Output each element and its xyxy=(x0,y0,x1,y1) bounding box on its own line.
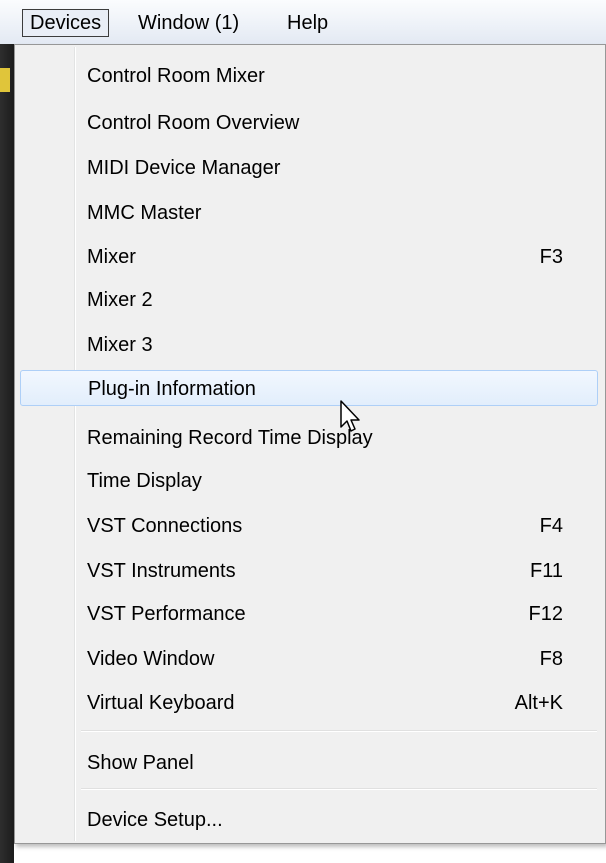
menu-item-label: Plug-in Information xyxy=(88,378,256,400)
devices-dropdown-menu: Control Room Mixer Control Room Overview… xyxy=(14,44,606,844)
menu-item-device-setup[interactable]: Device Setup... xyxy=(20,802,598,838)
menu-item-label: Remaining Record Time Display xyxy=(87,427,373,449)
menu-item-control-room-mixer[interactable]: Control Room Mixer xyxy=(20,58,598,94)
menu-item-shortcut: F8 xyxy=(539,648,563,670)
menu-item-plug-in-information[interactable]: Plug-in Information xyxy=(20,370,598,406)
menu-item-vst-performance[interactable]: VST Performance F12 xyxy=(20,596,598,632)
menu-item-show-panel[interactable]: Show Panel xyxy=(20,745,598,781)
menu-item-time-display[interactable]: Time Display xyxy=(20,463,598,499)
menu-item-virtual-keyboard[interactable]: Virtual Keyboard Alt+K xyxy=(20,685,598,721)
menu-item-label: Time Display xyxy=(87,470,202,492)
menu-item-midi-device-manager[interactable]: MIDI Device Manager xyxy=(20,150,598,186)
menu-item-shortcut: F11 xyxy=(530,560,563,582)
menu-item-mixer-3[interactable]: Mixer 3 xyxy=(20,327,598,363)
menu-item-shortcut: F3 xyxy=(539,246,563,268)
menu-item-label: Virtual Keyboard xyxy=(87,692,235,714)
menu-item-label: MMC Master xyxy=(87,202,202,224)
menu-item-shortcut: F12 xyxy=(528,603,563,625)
menu-item-shortcut: Alt+K xyxy=(514,692,563,714)
menu-item-control-room-overview[interactable]: Control Room Overview xyxy=(20,105,598,141)
menu-item-shortcut: F4 xyxy=(539,515,563,537)
menu-item-mixer[interactable]: Mixer F3 xyxy=(20,239,598,275)
menu-item-label: Mixer 2 xyxy=(87,289,153,311)
menu-item-remaining-record-time-display[interactable]: Remaining Record Time Display xyxy=(20,420,598,456)
menu-item-video-window[interactable]: Video Window F8 xyxy=(20,641,598,677)
menu-item-label: Video Window xyxy=(87,648,215,670)
menu-devices[interactable]: Devices xyxy=(22,9,110,37)
menu-bar: Devices Window (1) Help xyxy=(0,0,606,45)
menu-item-mmc-master[interactable]: MMC Master xyxy=(20,195,598,231)
menu-item-vst-connections[interactable]: VST Connections F4 xyxy=(20,508,598,544)
menu-item-label: VST Instruments xyxy=(87,560,236,582)
menu-item-label: Mixer 3 xyxy=(87,334,153,356)
menu-help[interactable]: Help xyxy=(280,9,335,37)
menu-separator xyxy=(81,788,597,790)
menu-item-vst-instruments[interactable]: VST Instruments F11 xyxy=(20,553,598,589)
menu-window[interactable]: Window (1) xyxy=(131,9,246,37)
menu-item-label: Show Panel xyxy=(87,752,194,774)
menu-item-label: Control Room Mixer xyxy=(87,65,265,87)
background-app-edge xyxy=(0,44,14,863)
menu-item-label: VST Connections xyxy=(87,515,243,537)
menu-separator xyxy=(81,730,597,732)
menu-item-label: Mixer xyxy=(87,246,136,268)
background-app-marker xyxy=(0,68,10,92)
menu-item-label: Control Room Overview xyxy=(87,112,300,134)
menu-item-label: MIDI Device Manager xyxy=(87,157,281,179)
menu-item-mixer-2[interactable]: Mixer 2 xyxy=(20,282,598,318)
menu-item-label: Device Setup... xyxy=(87,809,223,831)
menu-item-label: VST Performance xyxy=(87,603,246,625)
